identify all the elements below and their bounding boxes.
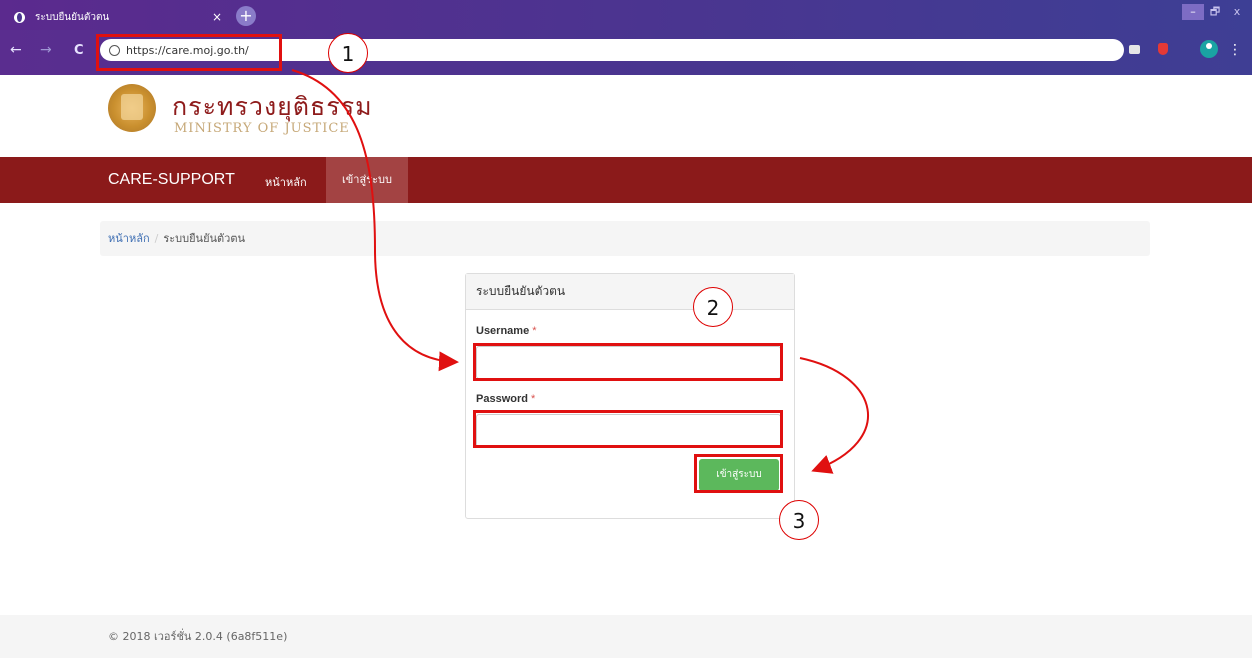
step-marker-2: 2 xyxy=(693,287,733,327)
arrow-username-to-button xyxy=(799,357,869,474)
annotation-arrows xyxy=(291,69,869,474)
step-marker-1: 1 xyxy=(328,33,368,73)
arrow-step1-to-username xyxy=(291,69,459,372)
step-marker-3: 3 xyxy=(779,500,819,540)
